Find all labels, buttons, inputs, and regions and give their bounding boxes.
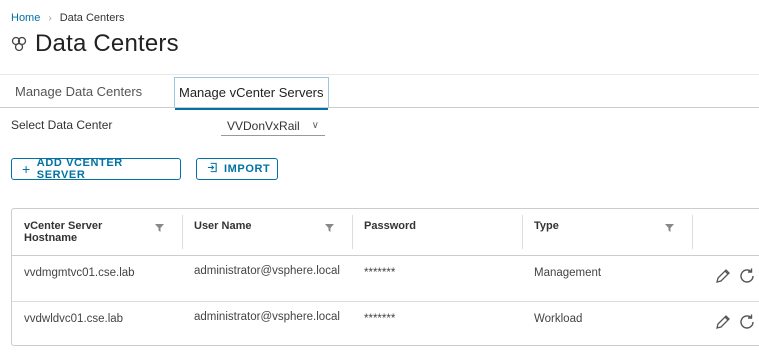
import-icon [207,162,218,176]
tab-label: Manage vCenter Servers [179,85,324,100]
column-label: vCenter Server Hostname [24,220,103,244]
table-row[interactable]: vvdmgmtvc01.cse.lab administrator@vspher… [12,255,759,302]
type-cell: Workload [534,313,583,325]
breadcrumb: Home › Data Centers [11,12,125,24]
vcenter-servers-table: vCenter Server Hostname User Name Passwo… [11,208,759,346]
page-header: Data Centers [11,30,179,58]
password-cell: ******* [364,267,396,279]
datacenter-icon [11,36,27,52]
column-label: Type [534,220,559,232]
add-vcenter-server-button[interactable]: + ADD VCENTER SERVER [11,157,181,181]
row-actions [714,267,756,290]
column-label: User Name [194,220,252,232]
chevron-right-icon: › [48,12,52,24]
edit-pencil-icon[interactable] [714,313,732,336]
chevron-down-icon: ∨ [311,120,319,131]
data-center-select-value: VVDonVxRail [227,118,300,133]
hostname-cell: vvdwldvc01.cse.lab [24,313,124,325]
column-header-type[interactable]: Type [522,209,692,255]
breadcrumb-current: Data Centers [59,12,125,24]
type-cell: Management [534,267,602,279]
row-actions [714,313,756,336]
tabs-top-divider [0,74,759,75]
page-title: Data Centers [35,30,179,57]
import-label: IMPORT [224,163,271,175]
add-vcenter-server-label: ADD VCENTER SERVER [36,157,123,181]
refresh-icon[interactable] [738,267,756,290]
username-cell: administrator@vsphere.local [194,265,340,277]
select-data-center-label: Select Data Center [11,118,113,132]
plus-icon: + [22,161,31,177]
hostname-cell: vvdmgmtvc01.cse.lab [24,267,135,279]
filter-icon[interactable] [665,223,674,235]
tab-manage-data-centers[interactable]: Manage Data Centers [15,77,142,107]
column-header-username[interactable]: User Name [182,209,352,255]
password-cell: ******* [364,313,396,325]
column-header-hostname[interactable]: vCenter Server Hostname [12,209,182,255]
import-button[interactable]: IMPORT [196,158,278,180]
tab-manage-vcenter-servers[interactable]: Manage vCenter Servers [174,77,329,110]
username-cell: administrator@vsphere.local [194,311,340,323]
refresh-icon[interactable] [738,313,756,336]
column-label: Password [364,220,416,232]
column-divider[interactable] [692,215,693,249]
table-header: vCenter Server Hostname User Name Passwo… [12,209,759,256]
column-header-password[interactable]: Password [352,209,522,255]
breadcrumb-home-link[interactable]: Home [11,12,40,24]
filter-icon[interactable] [155,223,164,235]
data-center-select[interactable]: VVDonVxRail ∨ [221,116,325,136]
filter-icon[interactable] [325,223,334,235]
edit-pencil-icon[interactable] [714,267,732,290]
tabs-divider [0,107,759,108]
table-row[interactable]: vvdwldvc01.cse.lab administrator@vsphere… [12,301,759,347]
